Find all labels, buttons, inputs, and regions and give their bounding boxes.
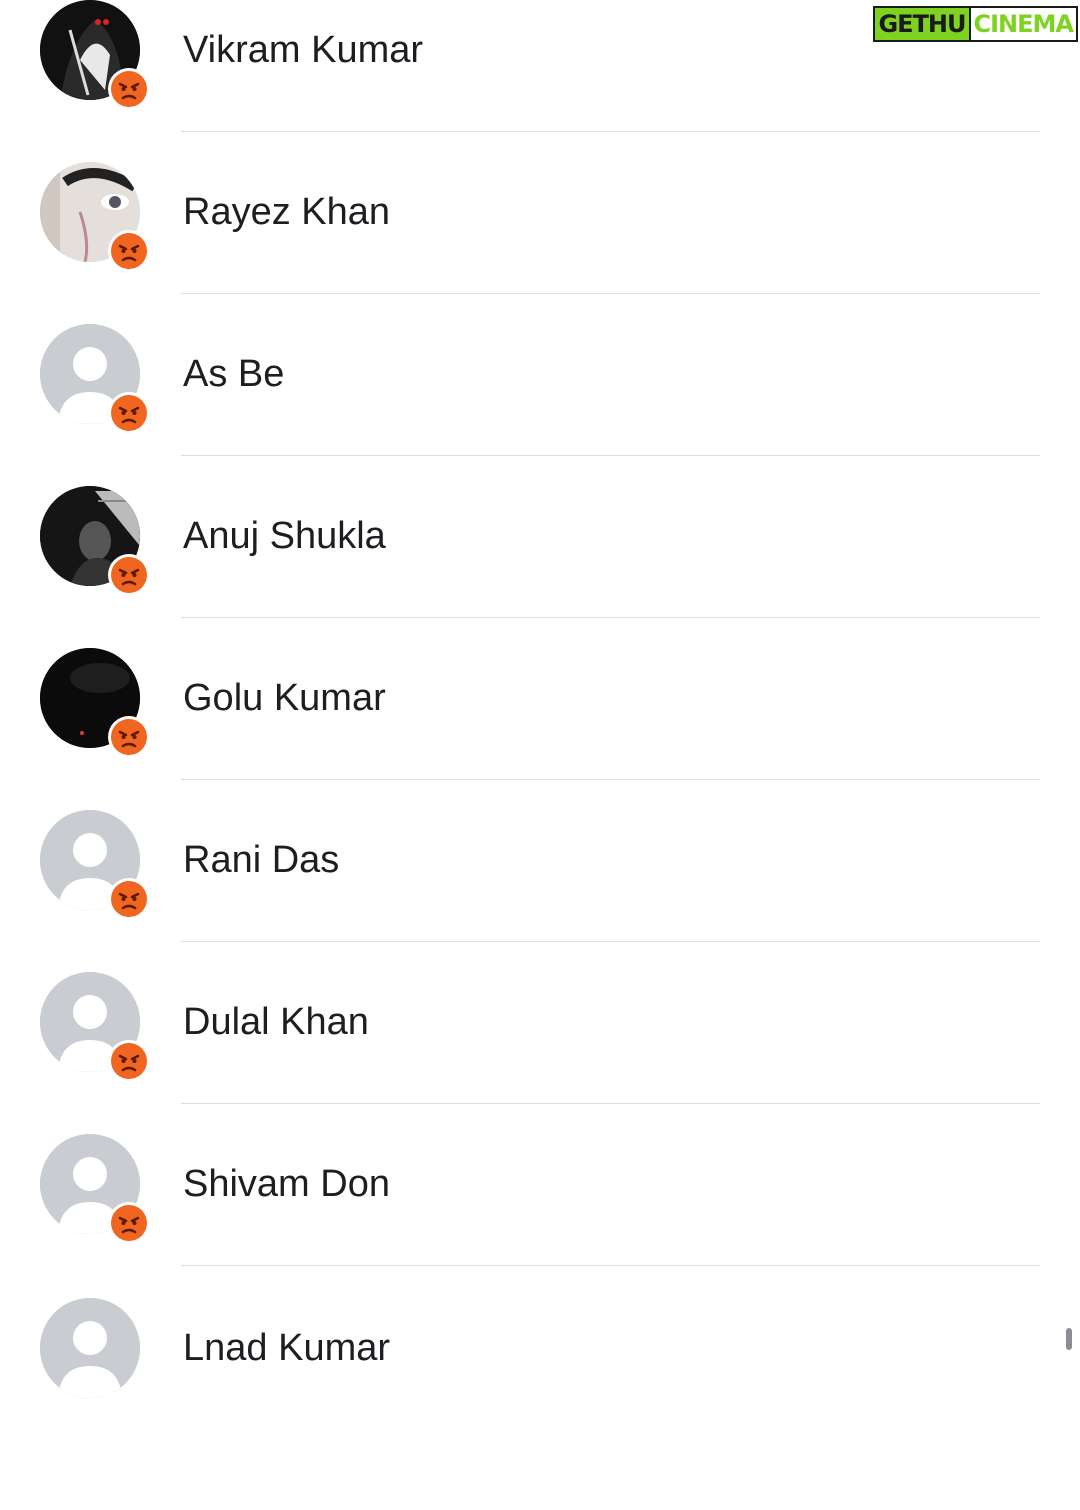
- avatar[interactable]: [40, 1298, 150, 1408]
- avatar[interactable]: [40, 486, 150, 596]
- watermark-right: CINEMA: [970, 6, 1078, 42]
- avatar[interactable]: [40, 972, 150, 1082]
- avatar[interactable]: [40, 324, 150, 434]
- contact-name: Anuj Shukla: [183, 515, 386, 557]
- angry-emoji-icon: [108, 392, 150, 434]
- angry-emoji-icon: [108, 716, 150, 758]
- contact-name: Vikram Kumar: [183, 29, 424, 71]
- divider: [181, 617, 1040, 618]
- angry-emoji-icon: [108, 878, 150, 920]
- divider: [181, 131, 1040, 132]
- avatar[interactable]: [40, 0, 150, 110]
- angry-emoji-icon: [108, 68, 150, 110]
- angry-emoji-icon: [108, 230, 150, 272]
- divider: [181, 293, 1040, 294]
- avatar[interactable]: [40, 810, 150, 920]
- divider: [181, 941, 1040, 942]
- list-item[interactable]: Rayez Khan: [0, 162, 1080, 374]
- divider: [181, 779, 1040, 780]
- angry-emoji-icon: [108, 554, 150, 596]
- list-item[interactable]: Shivam Don: [0, 1134, 1080, 1346]
- divider: [181, 455, 1040, 456]
- list-item[interactable]: As Be: [0, 324, 1080, 536]
- contact-name: Rayez Khan: [183, 191, 391, 233]
- list-item[interactable]: Lnad Kumar: [0, 1298, 1080, 1510]
- list-item[interactable]: Golu Kumar: [0, 648, 1080, 860]
- divider: [181, 1103, 1040, 1104]
- angry-emoji-icon: [108, 1202, 150, 1244]
- scrollbar[interactable]: [1066, 1328, 1072, 1350]
- divider: [181, 1265, 1040, 1266]
- avatar[interactable]: [40, 1134, 150, 1244]
- contact-name: Dulal Khan: [183, 1001, 369, 1043]
- contact-name: Rani Das: [183, 839, 340, 881]
- avatar[interactable]: [40, 162, 150, 272]
- contact-name: Shivam Don: [183, 1163, 390, 1205]
- angry-emoji-icon: [108, 1040, 150, 1082]
- contact-name: Golu Kumar: [183, 677, 386, 719]
- watermark-logo: GETHU CINEMA: [873, 4, 1078, 44]
- contact-name: As Be: [183, 353, 285, 395]
- avatar[interactable]: [40, 648, 150, 758]
- list-item[interactable]: Vikram Kumar: [0, 0, 1080, 212]
- watermark-left: GETHU: [873, 6, 971, 42]
- contact-name: Lnad Kumar: [183, 1327, 391, 1369]
- list-item[interactable]: Dulal Khan: [0, 972, 1080, 1184]
- list-item[interactable]: Anuj Shukla: [0, 486, 1080, 698]
- list-item[interactable]: Rani Das: [0, 810, 1080, 1022]
